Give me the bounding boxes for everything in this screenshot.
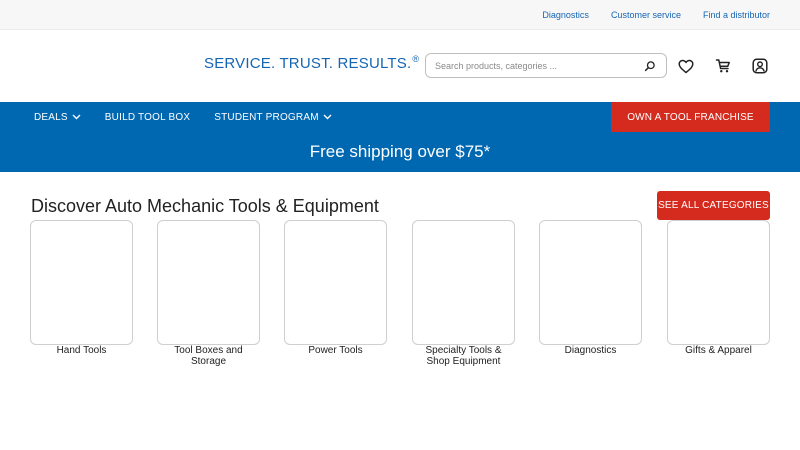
user-icon[interactable]	[751, 57, 769, 75]
nav-item-label: STUDENT PROGRAM	[214, 111, 319, 123]
category-label: Specialty Tools & Shop Equipment	[425, 345, 502, 367]
utility-link-diagnostics[interactable]: Diagnostics	[542, 10, 589, 20]
category-label: Diagnostics	[564, 345, 617, 356]
utility-link-find-distributor[interactable]: Find a distributor	[703, 10, 770, 20]
category-label: Gifts & Apparel	[685, 345, 752, 356]
nav-item-label: BUILD TOOL BOX	[104, 111, 191, 123]
category-image	[667, 220, 770, 345]
search-icon[interactable]	[643, 59, 657, 73]
category-label: Power Tools	[308, 345, 363, 356]
nav-item-deals[interactable]: DEALS	[34, 112, 81, 123]
category-image	[284, 220, 387, 345]
nav-item-build-tool-box[interactable]: BUILD TOOL BOX	[105, 112, 190, 123]
chevron-down-icon	[72, 114, 81, 120]
site-header: SERVICE. TRUST. RESULTS.®	[0, 30, 800, 102]
category-card-gifts-apparel[interactable]: Gifts & Apparel	[667, 220, 770, 356]
own-franchise-button[interactable]: OWN A TOOL FRANCHISE	[611, 102, 770, 132]
see-all-categories-button[interactable]: SEE ALL CATEGORIES	[657, 191, 770, 220]
utility-link-customer-service[interactable]: Customer service	[611, 10, 681, 20]
category-image	[157, 220, 260, 345]
cart-icon[interactable]	[714, 57, 732, 75]
search-box	[425, 53, 667, 78]
category-card-tool-boxes[interactable]: Tool Boxes and Storage	[157, 220, 260, 367]
category-grid: Hand Tools Tool Boxes and Storage Power …	[30, 220, 770, 380]
category-label: Tool Boxes and Storage	[174, 345, 243, 367]
shipping-banner[interactable]: Free shipping over $75*	[0, 142, 800, 162]
search-input[interactable]	[435, 60, 643, 71]
category-card-diagnostics[interactable]: Diagnostics	[539, 220, 642, 356]
category-card-specialty-tools[interactable]: Specialty Tools & Shop Equipment	[412, 220, 515, 367]
nav-item-label: DEALS	[34, 111, 68, 123]
registered-mark: ®	[412, 54, 420, 64]
tagline-text: SERVICE. TRUST. RESULTS.	[204, 55, 412, 72]
main-nav: DEALS BUILD TOOL BOX STUDENT PROGRAM OWN…	[0, 102, 800, 172]
brand-tagline: SERVICE. TRUST. RESULTS.®	[204, 54, 419, 72]
heart-icon[interactable]	[677, 57, 695, 75]
nav-item-student-program[interactable]: STUDENT PROGRAM	[214, 112, 332, 123]
category-image	[412, 220, 515, 345]
utility-bar: Diagnostics Customer service Find a dist…	[0, 0, 800, 30]
category-label: Hand Tools	[56, 345, 107, 356]
category-image	[30, 220, 133, 345]
category-card-power-tools[interactable]: Power Tools	[284, 220, 387, 356]
category-image	[539, 220, 642, 345]
page-title: Discover Auto Mechanic Tools & Equipment	[31, 196, 379, 216]
category-card-hand-tools[interactable]: Hand Tools	[30, 220, 133, 356]
nav-menu: DEALS BUILD TOOL BOX STUDENT PROGRAM	[34, 102, 332, 132]
chevron-down-icon	[323, 114, 332, 120]
